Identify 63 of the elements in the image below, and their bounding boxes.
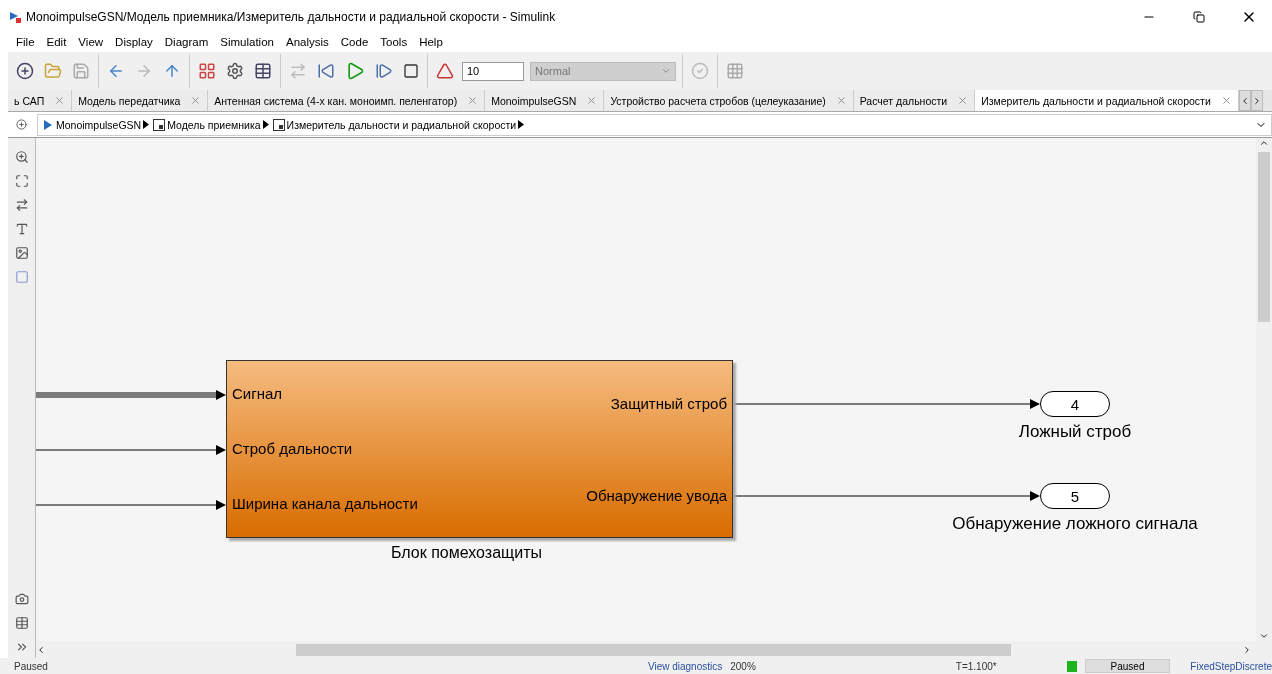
menu-item[interactable]: File [16,36,35,48]
stop-time-field[interactable]: 10 [462,61,524,81]
port-label: Сигнал [232,385,283,403]
menu-item[interactable]: Edit [46,36,67,48]
block-name: Ложный строб [1018,422,1132,442]
menu-item[interactable]: Help [419,36,443,48]
subsystem-icon [153,118,166,131]
outport-block[interactable]: 4 [1040,391,1110,417]
breadcrumb-item[interactable]: Модель приемника [153,118,269,131]
caret-icon[interactable] [143,120,150,129]
caret-icon[interactable] [518,120,525,129]
image-icon[interactable] [14,246,29,260]
model-tab[interactable]: MonoimpulseGSN [485,90,605,111]
arrows-icon[interactable] [14,198,29,212]
subsystem-icon [272,118,285,131]
diagnostics-link[interactable]: View diagnostics [647,660,723,672]
model-tab[interactable]: Модель передатчика [72,90,209,111]
simulation-time: T=1.100* [955,660,997,672]
menu-item[interactable]: View [78,36,104,48]
port-label: Обнаружение увода [586,487,727,505]
zoom-level: 200% [730,660,756,672]
zoom-icon[interactable] [14,150,29,164]
scroll-left-icon[interactable] [36,644,46,655]
status-indicator [1066,660,1077,672]
solver-link[interactable]: FixedStepDiscrete [1190,660,1272,672]
menu-item[interactable]: Simulation [220,36,274,48]
model-tab[interactable]: Расчет дальности [853,90,976,111]
model-tab[interactable]: ь САП [8,90,73,111]
model-icon [42,118,54,131]
breadcrumb-item[interactable]: MonoimpulseGSN [42,118,150,131]
restore-icon[interactable] [1193,11,1205,23]
menu-item[interactable]: Display [115,36,153,48]
menu-item[interactable]: Diagram [164,36,209,48]
menu-item[interactable]: Tools [380,36,408,48]
port-label: Строб дальности [232,440,353,458]
port-label: Защитный строб [610,395,727,413]
outport-block[interactable]: 5 [1040,483,1110,509]
breadcrumb-item[interactable]: Измеритель дальности и радиальной скорости [272,118,525,131]
block-name: Блок помехозащиты [391,544,542,562]
subsystem-block[interactable]: Сигнал Строб дальности Ширина канала дальности Защитный строб Обнаружение увода [226,360,733,538]
fit-view-icon[interactable] [14,174,29,188]
new-model-icon[interactable] [14,60,36,82]
scroll-down-icon[interactable] [1259,631,1269,641]
menu-item[interactable]: Analysis [285,36,329,48]
model-tab[interactable]: Измеритель дальности и радиальной скорости [975,90,1239,111]
check-icon[interactable] [689,60,711,82]
annotation-icon[interactable] [14,222,29,236]
port-label: Ширина канала дальности [232,495,418,513]
camera-icon[interactable] [14,592,29,606]
app-icon [8,10,22,24]
caret-icon[interactable] [262,120,269,129]
vertical-scrollbar[interactable] [1256,138,1272,641]
model-tab[interactable]: Устройство расчета стробов (целеуказание) [604,90,854,111]
model-tab[interactable]: Антенная система (4-х кан. моноимп. пеленгатор) [208,90,486,111]
scroll-up-icon[interactable] [1259,138,1269,148]
scroll-right-icon[interactable] [1242,644,1252,655]
stop-icon[interactable] [401,61,421,81]
block-name: Обнаружение ложного сигнала [952,514,1198,534]
status-text: Paused [14,660,48,672]
horizontal-scrollbar[interactable] [36,641,1272,658]
window-title: MonoimpulseGSN/Модель приемника/Измеритель дальности и радиальной скорости - Simulink [26,10,557,24]
caret-icon [661,66,671,76]
menu-item[interactable]: Code [340,36,369,48]
